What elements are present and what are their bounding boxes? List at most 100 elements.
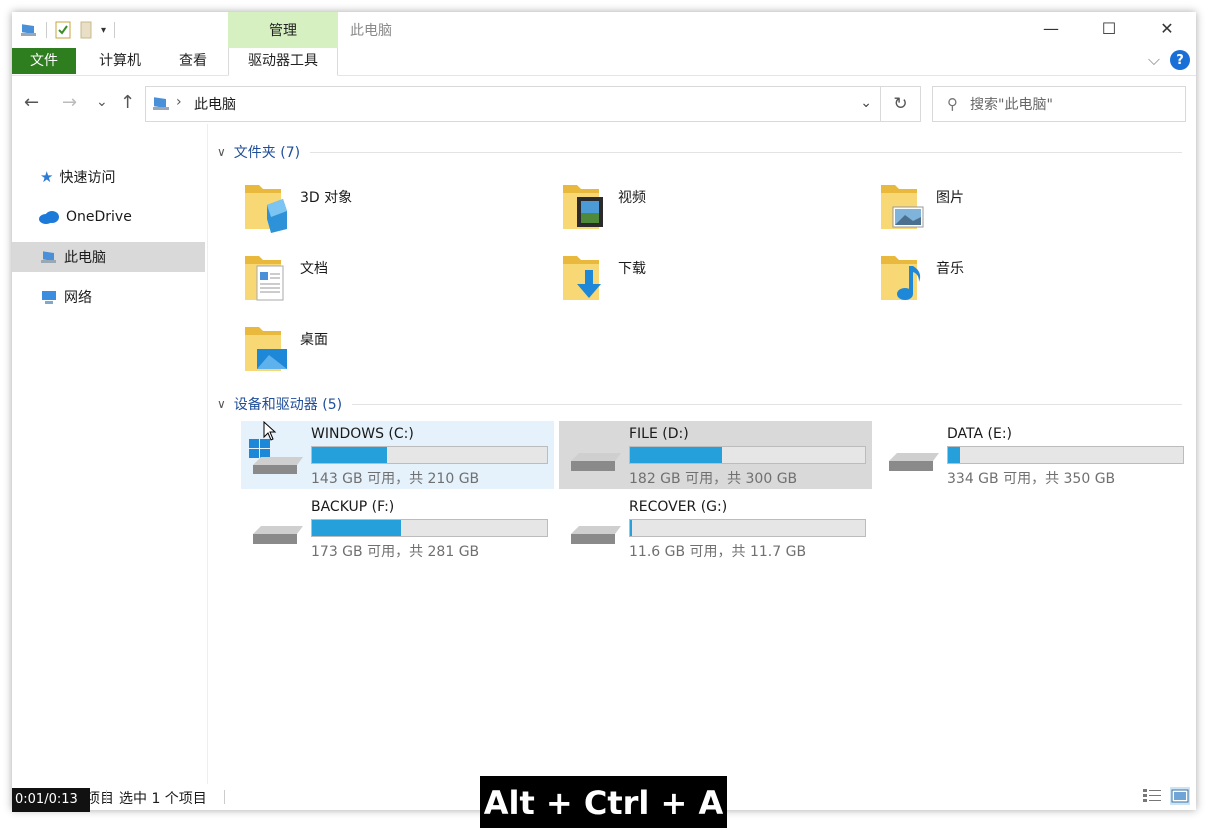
drive-usage-bar <box>311 446 548 464</box>
computer-icon[interactable] <box>20 22 38 38</box>
up-button[interactable]: ↑ <box>120 92 135 113</box>
folder-label: 文档 <box>300 261 328 277</box>
group-header-folders[interactable]: ∨ 文件夹 (7) <box>217 141 1182 163</box>
chevron-down-icon[interactable]: ∨ <box>217 397 226 411</box>
mouse-cursor-icon <box>263 421 277 441</box>
status-separator <box>106 790 107 804</box>
tab-view[interactable]: 查看 <box>162 48 224 74</box>
navigation-bar: ← → ⌄ ↑ › 此电脑 ⌄ ↻ ⚲ 搜索"此电脑" <box>12 82 1196 124</box>
star-icon: ★ <box>40 168 54 186</box>
quick-access-toolbar: ▾ <box>20 18 116 42</box>
folder-downloads[interactable]: 下载 <box>535 244 835 310</box>
new-folder-icon[interactable] <box>79 21 93 39</box>
music-folder-icon <box>881 256 921 300</box>
drive-c[interactable]: WINDOWS (C:) 143 GB 可用，共 210 GB <box>241 421 554 489</box>
folder-documents[interactable]: 文档 <box>217 244 517 310</box>
desktop-folder-icon <box>245 327 287 371</box>
search-icon: ⚲ <box>947 95 958 113</box>
folder-label: 音乐 <box>936 261 964 277</box>
sidebar-item-network[interactable]: 网络 <box>12 282 205 312</box>
group-header-label: 设备和驱动器 (5) <box>233 397 343 413</box>
search-input[interactable]: 搜索"此电脑" <box>970 94 1053 114</box>
keystroke-overlay: Alt + Ctrl + A <box>480 776 727 828</box>
sidebar-item-label: 此电脑 <box>64 250 106 266</box>
drive-e[interactable]: DATA (E:) 334 GB 可用，共 350 GB <box>877 421 1190 489</box>
group-header-label: 文件夹 (7) <box>233 145 301 161</box>
minimize-button[interactable]: — <box>1022 12 1080 44</box>
drive-usage-bar <box>629 446 866 464</box>
toolbar-separator <box>114 22 116 38</box>
hard-drive-icon <box>571 453 621 471</box>
close-button[interactable]: ✕ <box>1138 12 1196 44</box>
tab-file[interactable]: 文件 <box>12 48 76 74</box>
pictures-folder-icon <box>881 185 924 229</box>
drive-name: DATA (E:) <box>947 426 1013 442</box>
drive-free-space: 143 GB 可用，共 210 GB <box>311 471 480 487</box>
back-button[interactable]: ← <box>24 92 39 113</box>
breadcrumb[interactable]: 此电脑 <box>194 94 236 114</box>
status-separator <box>224 790 225 804</box>
drive-free-space: 334 GB 可用，共 350 GB <box>947 471 1116 487</box>
recent-locations-button[interactable]: ⌄ <box>96 94 108 110</box>
hard-drive-icon <box>253 526 303 544</box>
window-title: 此电脑 <box>350 23 392 39</box>
folder-pictures[interactable]: 图片 <box>853 173 1153 239</box>
search-box[interactable]: ⚲ 搜索"此电脑" <box>932 86 1186 122</box>
breadcrumb-separator[interactable]: › <box>176 94 182 110</box>
toolbar-separator <box>46 22 47 38</box>
details-view-icon[interactable] <box>1142 787 1162 805</box>
folder-3d-objects[interactable]: 3D 对象 <box>217 173 517 239</box>
drive-usage-fill <box>948 447 960 463</box>
computer-icon <box>153 97 169 110</box>
drive-usage-bar <box>947 446 1184 464</box>
help-icon[interactable]: ? <box>1170 50 1190 70</box>
sidebar-item-quick-access[interactable]: ★ 快速访问 <box>12 162 205 192</box>
drive-usage-fill <box>630 520 633 536</box>
tab-drive-tools[interactable]: 驱动器工具 <box>228 48 338 76</box>
hard-drive-icon <box>889 453 939 471</box>
status-item-count: 项目 <box>86 791 114 807</box>
3d-objects-folder-icon <box>245 185 287 233</box>
tab-manage[interactable]: 管理 <box>228 12 338 48</box>
hard-drive-icon <box>571 526 621 544</box>
sidebar-item-label: 网络 <box>64 290 92 306</box>
network-icon <box>42 291 56 304</box>
large-icons-view-icon[interactable] <box>1170 787 1190 805</box>
chevron-down-icon[interactable]: ∨ <box>217 145 226 159</box>
collapse-ribbon-icon[interactable]: ⌵ <box>1148 50 1160 70</box>
drive-usage-fill <box>630 447 722 463</box>
refresh-button[interactable]: ↻ <box>881 86 921 122</box>
folder-desktop[interactable]: 桌面 <box>217 315 517 381</box>
folder-label: 图片 <box>936 190 964 206</box>
drive-name: RECOVER (G:) <box>629 499 728 515</box>
drive-free-space: 182 GB 可用，共 300 GB <box>629 471 798 487</box>
ribbon-right-controls: ⌵ ? <box>1148 50 1190 70</box>
drive-d[interactable]: FILE (D:) 182 GB 可用，共 300 GB <box>559 421 872 489</box>
file-explorer-window: ▾ 管理 此电脑 — ☐ ✕ 文件 计算机 查看 驱动器工具 ⌵ ? ← → ⌄… <box>12 12 1196 810</box>
drive-free-space: 11.6 GB 可用，共 11.7 GB <box>629 544 807 560</box>
drive-g[interactable]: RECOVER (G:) 11.6 GB 可用，共 11.7 GB <box>559 494 872 562</box>
status-selected: 选中 1 个项目 <box>119 791 207 807</box>
address-dropdown-icon[interactable]: ⌄ <box>860 95 872 111</box>
address-bar[interactable]: › 此电脑 ⌄ <box>145 86 881 122</box>
view-switcher <box>1142 787 1190 805</box>
drive-free-space: 173 GB 可用，共 281 GB <box>311 544 480 560</box>
drive-f[interactable]: BACKUP (F:) 173 GB 可用，共 281 GB <box>241 494 554 562</box>
group-header-devices[interactable]: ∨ 设备和驱动器 (5) <box>217 393 1182 415</box>
sidebar-item-onedrive[interactable]: OneDrive <box>12 202 205 232</box>
properties-icon[interactable] <box>55 21 71 39</box>
customize-toolbar-icon[interactable]: ▾ <box>101 25 106 36</box>
sidebar-item-this-pc[interactable]: 此电脑 <box>12 242 205 272</box>
folder-music[interactable]: 音乐 <box>853 244 1153 310</box>
drive-name: WINDOWS (C:) <box>311 426 414 442</box>
forward-button[interactable]: → <box>62 92 77 113</box>
folder-label: 3D 对象 <box>300 190 353 206</box>
divider <box>352 403 1182 405</box>
downloads-folder-icon <box>563 256 601 300</box>
cloud-icon <box>39 211 59 224</box>
video-timer: 0:01/0:13 <box>12 788 90 812</box>
tab-computer[interactable]: 计算机 <box>86 48 154 74</box>
documents-folder-icon <box>245 256 284 301</box>
maximize-button[interactable]: ☐ <box>1080 12 1138 44</box>
folder-videos[interactable]: 视频 <box>535 173 835 239</box>
